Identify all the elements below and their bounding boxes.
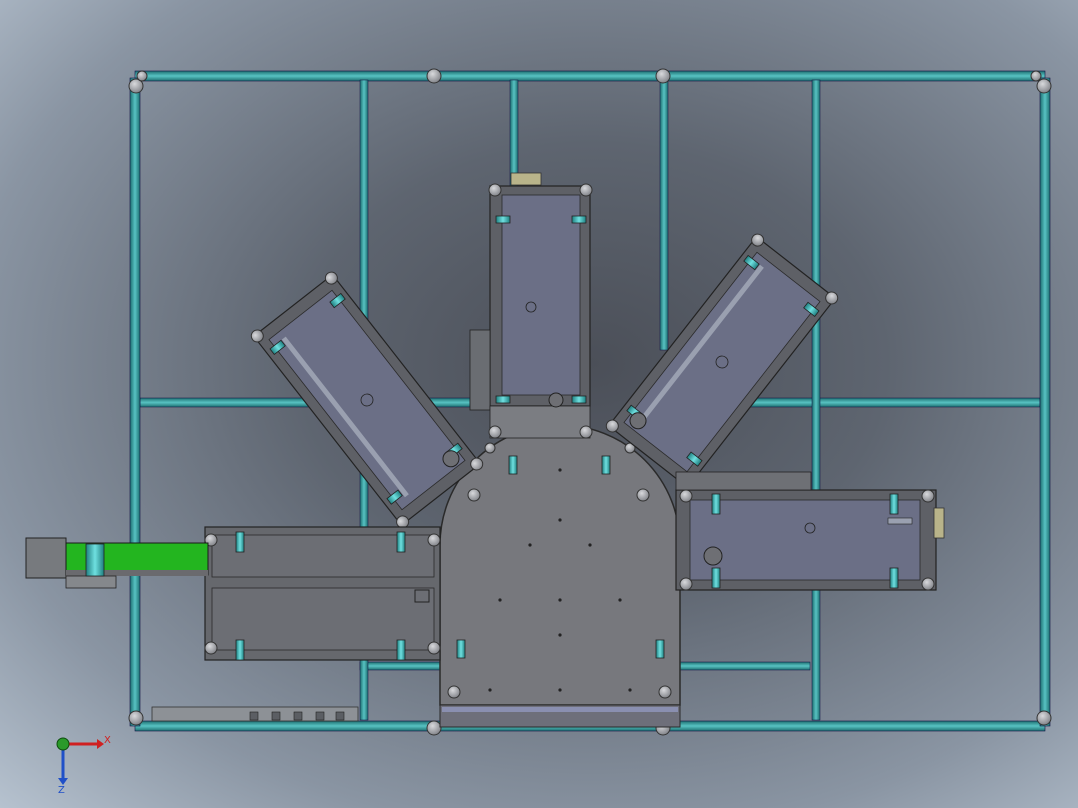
station-upper-right[interactable] xyxy=(604,232,840,493)
input-conveyor[interactable] xyxy=(25,537,209,589)
station-right[interactable] xyxy=(675,471,945,591)
z-axis-label: Z xyxy=(58,785,65,796)
cad-model-viewport[interactable]: X Z xyxy=(0,0,1078,808)
x-axis-label: X xyxy=(104,735,111,746)
control-panel-strip xyxy=(151,706,359,722)
station-top[interactable] xyxy=(469,172,593,439)
station-left[interactable] xyxy=(204,526,441,661)
coordinate-triad: X Z xyxy=(56,735,111,796)
